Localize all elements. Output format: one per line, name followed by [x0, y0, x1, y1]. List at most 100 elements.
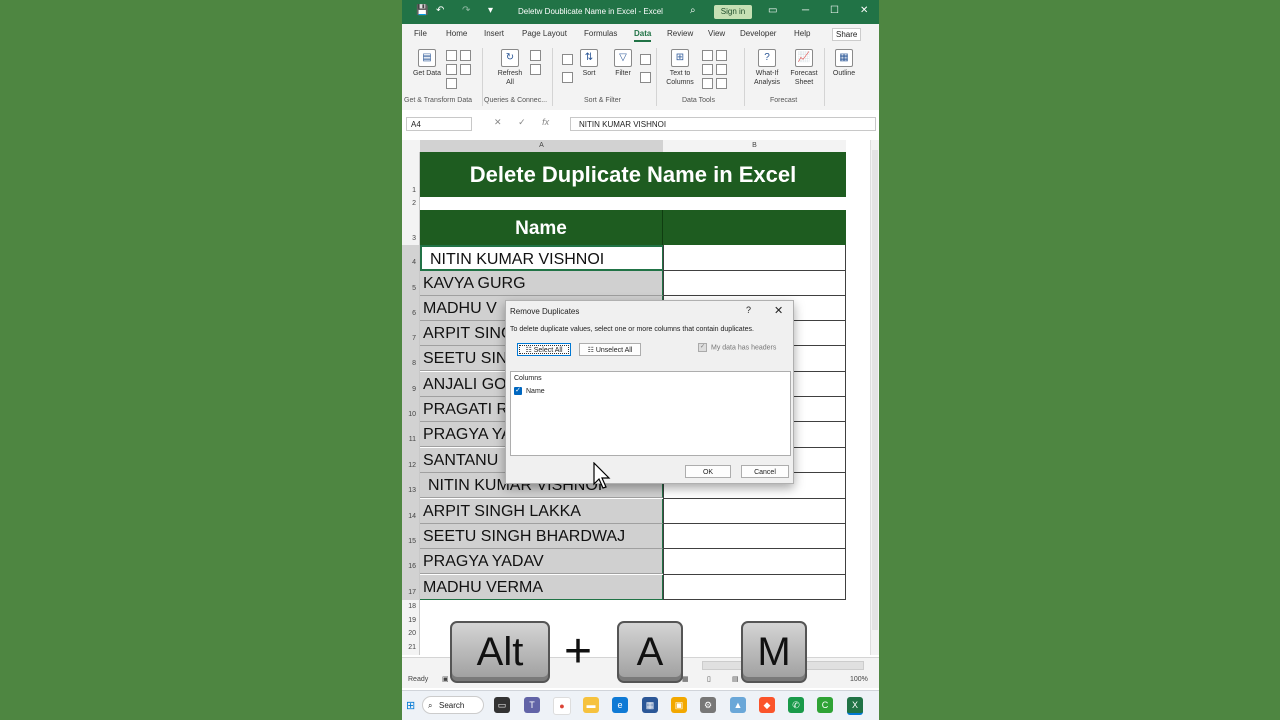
from-table-icon[interactable] [446, 64, 457, 75]
tab-home[interactable]: Home [446, 29, 467, 38]
vertical-scrollbar[interactable] [870, 140, 879, 655]
row-header[interactable]: 16 [402, 549, 420, 575]
flash-fill-icon[interactable] [702, 50, 713, 61]
row-header[interactable]: 20 [402, 627, 420, 641]
b-cell[interactable] [663, 499, 846, 524]
column-name-checkbox[interactable]: ✓ Name [514, 387, 545, 395]
row-header[interactable]: 8 [402, 346, 420, 372]
column-b-header-cell[interactable] [663, 210, 846, 245]
help-icon[interactable]: ? [746, 305, 751, 315]
store-icon[interactable]: ▦ [642, 697, 658, 713]
advanced-filter-icon[interactable] [640, 72, 651, 83]
sort-za-icon[interactable] [562, 72, 573, 83]
tab-formulas[interactable]: Formulas [584, 29, 617, 38]
file-explorer-icon[interactable]: ▬ [583, 697, 599, 713]
camtasia-icon[interactable]: C [817, 697, 833, 713]
sort-az-icon[interactable] [562, 54, 573, 65]
tab-insert[interactable]: Insert [484, 29, 504, 38]
filter-button[interactable]: ▽ Filter [612, 49, 634, 78]
row-header[interactable]: 18 [402, 600, 420, 614]
select-all-button[interactable]: ☷ Select All [517, 343, 571, 356]
tab-developer[interactable]: Developer [740, 29, 776, 38]
columns-list[interactable]: Columns ✓ Name [510, 371, 791, 489]
ok-button[interactable]: OK [685, 465, 731, 478]
formula-input[interactable]: NITIN KUMAR VISHNOI [570, 117, 876, 131]
outline-button[interactable]: ▦ Outline [828, 49, 860, 78]
row-header[interactable]: 19 [402, 614, 420, 627]
search-icon[interactable]: ⌕ [690, 5, 696, 16]
tab-review[interactable]: Review [667, 29, 693, 38]
task-view-icon[interactable]: ▭ [494, 697, 510, 713]
name-cell[interactable]: KAVYA GURG [420, 271, 663, 296]
row-header[interactable]: 15 [402, 524, 420, 549]
b-cell[interactable] [663, 245, 846, 271]
row-header[interactable]: 21 [402, 641, 420, 655]
refresh-all-button[interactable]: ↻ Refresh All [494, 49, 526, 87]
save-icon[interactable]: 💾 [416, 5, 428, 16]
app-icon[interactable]: ▣ [671, 697, 687, 713]
sort-button[interactable]: ⇅ Sort [578, 49, 600, 78]
settings-icon[interactable]: ⚙ [700, 697, 716, 713]
row-header[interactable]: 3 [402, 210, 420, 245]
cancel-entry-icon[interactable]: ✕ [494, 117, 502, 127]
row-header[interactable]: 11 [402, 422, 420, 448]
photos-icon[interactable]: ▲ [730, 697, 746, 713]
queries-icon[interactable] [530, 50, 541, 61]
headers-checkbox[interactable]: ✓ My data has headers [698, 343, 776, 352]
row-header[interactable]: 9 [402, 372, 420, 397]
share-button[interactable]: Share [832, 28, 862, 41]
row-header[interactable]: 17 [402, 575, 420, 600]
existing-connections-icon[interactable] [446, 78, 457, 89]
forecast-sheet-button[interactable]: 📈 Forecast Sheet [788, 49, 820, 87]
page-break-view-icon[interactable]: ▤ [732, 675, 739, 683]
text-to-columns-button[interactable]: ⊞ Text to Columns [660, 49, 700, 87]
data-validation-icon[interactable] [702, 78, 713, 89]
zoom-level[interactable]: 100% [850, 676, 868, 683]
name-cell[interactable]: SEETU SINGH BHARDWAJ [420, 524, 663, 549]
row-header[interactable]: 6 [402, 296, 420, 321]
tab-page-layout[interactable]: Page Layout [522, 29, 567, 38]
row-header[interactable]: 7 [402, 321, 420, 346]
row-header[interactable]: 13 [402, 473, 420, 499]
ribbon-display-icon[interactable]: ▭ [768, 5, 777, 16]
insert-function-icon[interactable]: fx [542, 117, 549, 127]
excel-icon[interactable]: X [847, 697, 863, 715]
maximize-icon[interactable]: ☐ [830, 5, 839, 16]
row-header[interactable]: 5 [402, 271, 420, 296]
minimize-icon[interactable]: ─ [802, 5, 809, 16]
name-cell[interactable]: ARPIT SINGH LAKKA [420, 499, 663, 524]
what-if-analysis-button[interactable]: ? What-If Analysis [748, 49, 786, 87]
properties-icon[interactable] [530, 64, 541, 75]
sign-in-button[interactable]: Sign in [714, 5, 752, 19]
taskbar-search[interactable]: ⌕ Search [422, 696, 484, 714]
teams-icon[interactable]: T [524, 697, 540, 713]
cancel-button[interactable]: Cancel [741, 465, 789, 478]
redo-icon[interactable]: ↷ [462, 5, 470, 16]
consolidate-icon[interactable] [716, 50, 727, 61]
row-header[interactable]: 12 [402, 448, 420, 473]
row-header[interactable]: 1 [402, 152, 420, 197]
accessibility-icon[interactable]: ▣ [442, 675, 449, 683]
name-cell[interactable]: PRAGYA YADAV [420, 549, 663, 574]
sheet-title-banner[interactable]: Delete Duplicate Name in Excel [420, 152, 846, 197]
relationships-icon[interactable] [716, 64, 727, 75]
tab-data[interactable]: Data [634, 29, 652, 42]
tab-file[interactable]: File [414, 29, 427, 38]
tab-view[interactable]: View [708, 29, 725, 38]
tab-help[interactable]: Help [794, 29, 810, 38]
name-box[interactable]: A4 [406, 117, 472, 131]
name-column-header-cell[interactable]: Name [420, 210, 663, 245]
b-cell[interactable] [663, 575, 846, 600]
from-text-icon[interactable] [446, 50, 457, 61]
row-header[interactable]: 2 [402, 197, 420, 210]
name-cell[interactable]: MADHU VERMA [420, 575, 663, 600]
page-layout-view-icon[interactable]: ▯ [707, 675, 711, 683]
undo-icon[interactable]: ↶ [436, 5, 444, 16]
row-header[interactable]: 4 [402, 245, 420, 271]
b-cell[interactable] [663, 524, 846, 549]
manage-data-model-icon[interactable] [716, 78, 727, 89]
close-icon[interactable]: ✕ [860, 5, 868, 16]
recent-sources-icon[interactable] [460, 64, 471, 75]
b-cell[interactable] [663, 549, 846, 575]
b-cell[interactable] [663, 271, 846, 296]
